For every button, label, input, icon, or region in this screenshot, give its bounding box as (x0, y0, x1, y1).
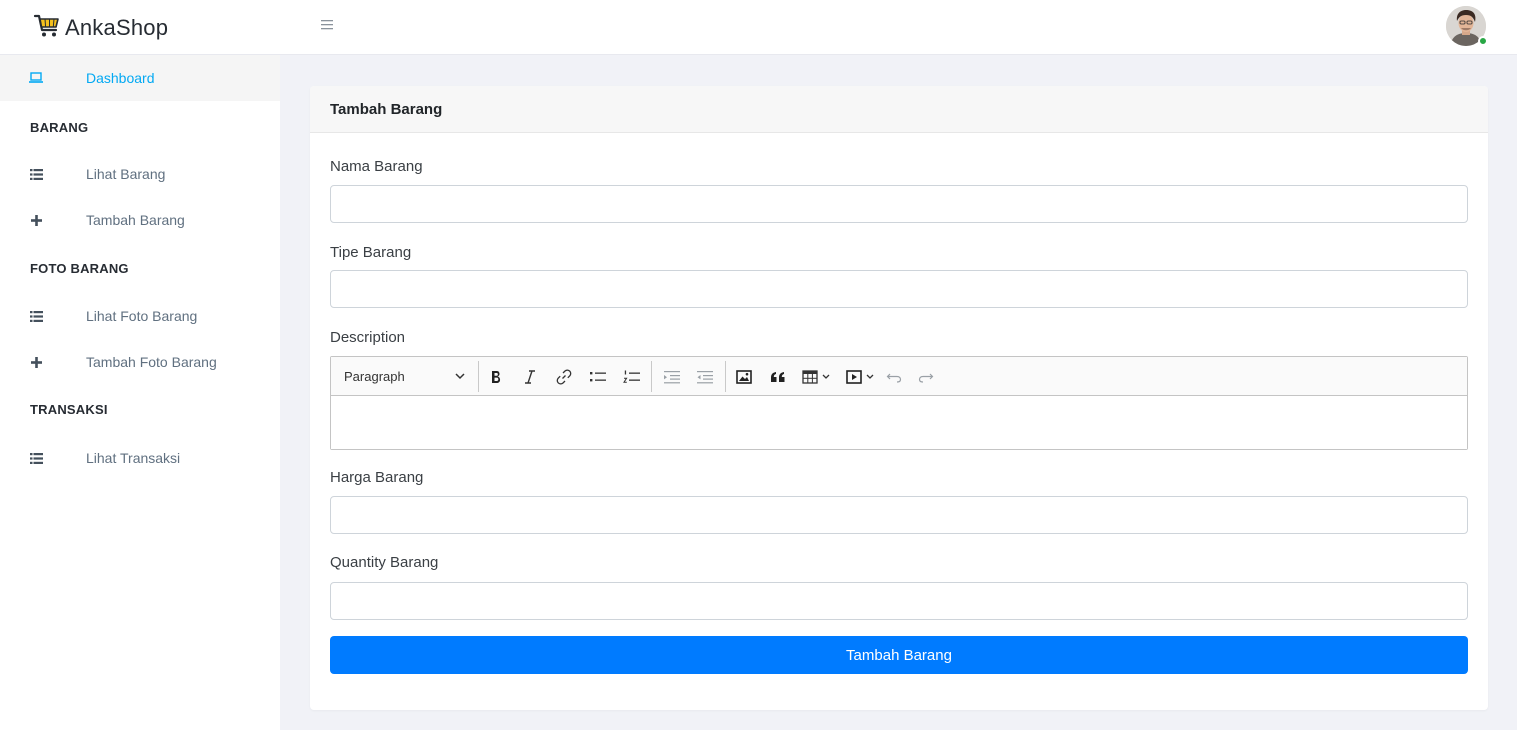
toolbar-separator (651, 361, 652, 392)
link-icon[interactable] (551, 357, 577, 396)
sidebar-item-lihat-barang[interactable]: Lihat Barang (0, 151, 280, 197)
bold-icon[interactable] (483, 357, 509, 396)
sidebar-section-transaksi: TRANSAKSI (30, 402, 108, 417)
sidebar-item-label: Tambah Barang (86, 212, 185, 228)
description-editor: Paragraph (330, 356, 1468, 450)
quantity-barang-label: Quantity Barang (330, 554, 439, 571)
harga-barang-input[interactable] (330, 496, 1468, 534)
quantity-barang-input[interactable] (330, 582, 1468, 620)
italic-icon[interactable] (517, 357, 543, 396)
heading-dropdown[interactable]: Paragraph (331, 357, 479, 396)
image-icon[interactable] (731, 357, 757, 396)
bulleted-list-icon[interactable] (585, 357, 611, 396)
sidebar-item-dashboard[interactable]: Dashboard (0, 55, 280, 101)
sidebar-item-label: Lihat Barang (86, 166, 166, 182)
table-icon[interactable] (797, 357, 837, 396)
indent-icon[interactable] (692, 357, 718, 396)
card-title: Tambah Barang (330, 100, 443, 118)
tipe-barang-label: Tipe Barang (330, 244, 412, 261)
tambah-barang-button[interactable]: Tambah Barang (330, 636, 1468, 674)
outdent-icon[interactable] (659, 357, 685, 396)
sidebar-item-lihat-foto-barang[interactable]: Lihat Foto Barang (0, 293, 280, 339)
media-icon[interactable] (841, 357, 881, 396)
sidebar-item-lihat-transaksi[interactable]: Lihat Transaksi (0, 435, 280, 481)
plus-icon (29, 213, 43, 227)
user-avatar-button[interactable] (1446, 6, 1490, 50)
online-status-indicator (1478, 36, 1488, 46)
sidebar: Dashboard BARANG Lihat Barang Tambah Bar… (0, 55, 280, 730)
description-editor-body[interactable] (331, 396, 1467, 449)
list-icon (29, 167, 43, 181)
sidebar-item-label: Dashboard (86, 70, 155, 86)
brand-logo[interactable]: AnkaShop (33, 12, 168, 44)
redo-icon[interactable] (913, 357, 939, 396)
sidebar-section-barang: BARANG (30, 120, 89, 135)
editor-toolbar: Paragraph (331, 357, 1467, 396)
chevron-down-icon (455, 372, 465, 380)
brand-name: AnkaShop (65, 15, 169, 40)
sidebar-section-foto-barang: FOTO BARANG (30, 261, 129, 276)
harga-barang-label: Harga Barang (330, 469, 424, 486)
card-header: Tambah Barang (310, 86, 1488, 133)
toolbar-separator (725, 361, 726, 392)
shopping-cart-icon (33, 12, 61, 45)
top-header: AnkaShop (0, 0, 1517, 55)
list-icon (29, 309, 43, 323)
description-label: Description (330, 329, 406, 346)
list-icon (29, 451, 43, 465)
undo-icon[interactable] (881, 357, 907, 396)
quote-icon[interactable] (765, 357, 791, 396)
plus-icon (29, 355, 43, 369)
menu-toggle-icon[interactable] (321, 18, 339, 36)
sidebar-item-tambah-foto-barang[interactable]: Tambah Foto Barang (0, 339, 280, 385)
sidebar-item-label: Lihat Foto Barang (86, 308, 198, 324)
sidebar-item-tambah-barang[interactable]: Tambah Barang (0, 197, 280, 243)
toolbar-separator (478, 361, 479, 392)
heading-dropdown-label: Paragraph (344, 369, 405, 384)
nama-barang-label: Nama Barang (330, 158, 423, 175)
numbered-list-icon[interactable] (619, 357, 645, 396)
tipe-barang-input[interactable] (330, 270, 1468, 308)
laptop-icon (29, 71, 43, 85)
sidebar-item-label: Lihat Transaksi (86, 450, 181, 466)
sidebar-item-label: Tambah Foto Barang (86, 354, 217, 370)
add-item-card: Tambah Barang Nama Barang Tipe Barang De… (310, 86, 1488, 710)
nama-barang-input[interactable] (330, 185, 1468, 223)
